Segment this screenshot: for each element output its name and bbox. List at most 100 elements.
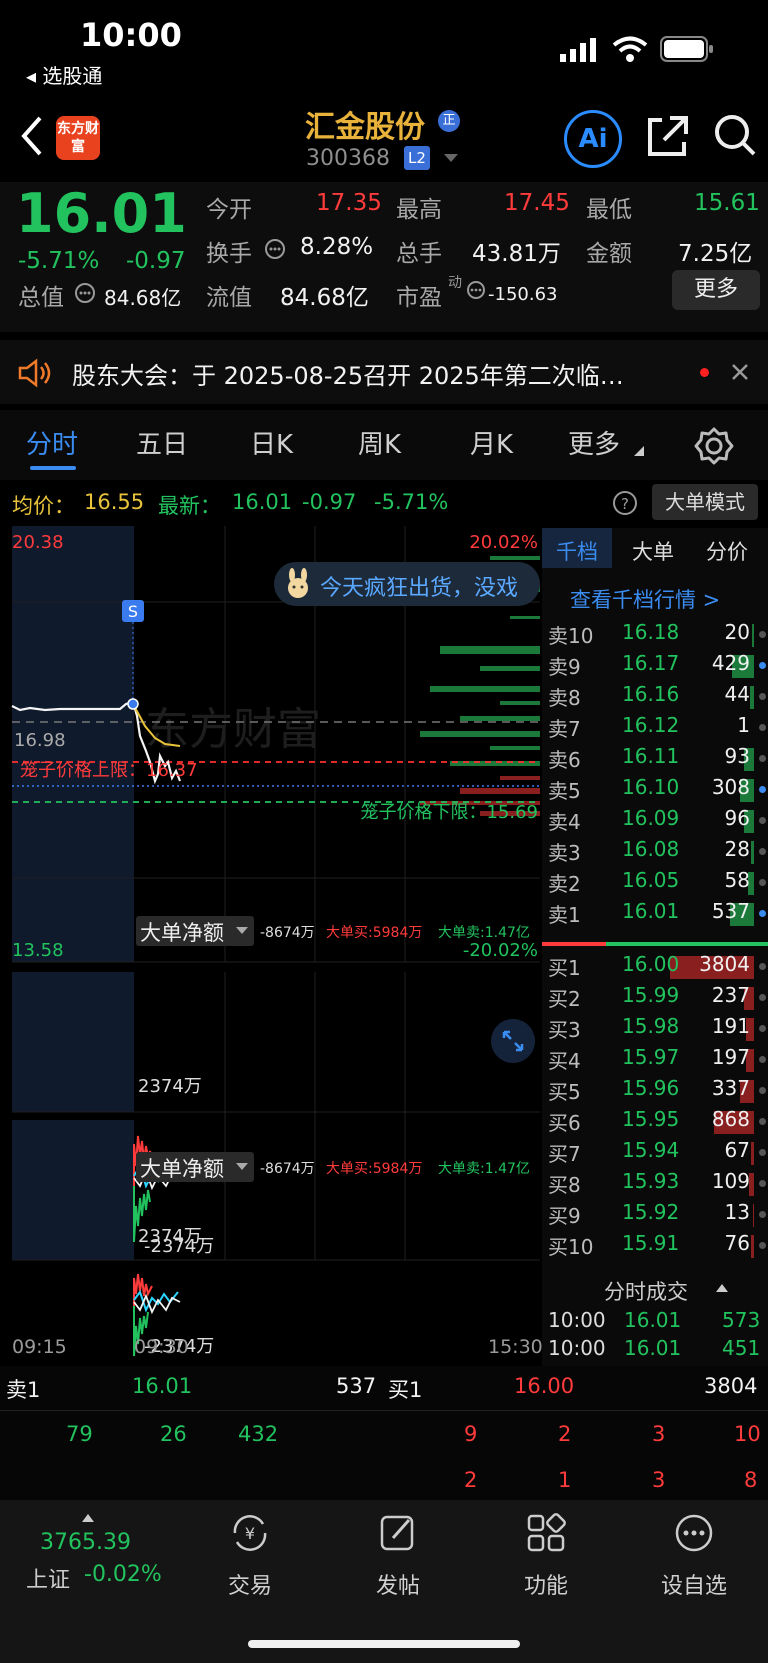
ask-label: 卖10 (548, 624, 594, 648)
bid-queue-item: 3 (652, 1468, 666, 1492)
close-icon[interactable] (730, 362, 750, 382)
bid-row[interactable]: 买4 15.97 197 (542, 1045, 768, 1076)
trade-icon: ¥ (233, 1515, 267, 1551)
bid-price: 15.96 (622, 1076, 680, 1100)
latest-label: 最新： (158, 494, 221, 518)
more-button[interactable]: 更多 (672, 270, 760, 310)
search-icon[interactable] (710, 110, 766, 166)
expand-icon[interactable] (490, 1018, 536, 1064)
bid-row[interactable]: 买3 15.98 191 (542, 1014, 768, 1045)
ask-price: 16.08 (622, 837, 680, 861)
bid-row[interactable]: 买9 15.92 13 (542, 1200, 768, 1231)
flow-net: -8674万 (260, 925, 315, 941)
home-indicator[interactable] (248, 1640, 520, 1648)
change-percent: -5.71% (18, 248, 100, 274)
flow-selector[interactable]: 大单净额 (136, 916, 254, 946)
intraday-chart[interactable]: 东方财富 S 20.38 20.02% 13.58 -20.02% 16.98 … (0, 526, 543, 1366)
tab-five-day[interactable]: 五日 (136, 424, 188, 461)
stock-name[interactable]: 汇金股份 (305, 102, 425, 146)
bid-row[interactable]: 买10 15.91 76 (542, 1231, 768, 1262)
change-amount: -0.97 (126, 248, 186, 274)
ticks-title[interactable]: 分时成交 (604, 1276, 688, 1306)
ask-dot (759, 786, 766, 793)
ai-button[interactable]: Ai (564, 110, 622, 168)
nav-functions[interactable]: 功能 (486, 1510, 606, 1600)
bid-row[interactable]: 买1 16.00 3804 (542, 952, 768, 983)
nav-trade[interactable]: ¥ 交易 (190, 1510, 310, 1600)
ask-row[interactable]: 卖9 16.17 429 (542, 651, 768, 682)
ask-row[interactable]: 卖7 16.12 1 (542, 713, 768, 744)
bid-row[interactable]: 买8 15.93 109 (542, 1169, 768, 1200)
view-depth-link[interactable]: 查看千档行情 > (570, 584, 720, 614)
help-icon[interactable]: ? (612, 490, 638, 516)
avg-label: 均价： (12, 494, 75, 518)
name-badge: 正 (438, 110, 460, 132)
ask-row[interactable]: 卖8 16.16 44 (542, 682, 768, 713)
ask-dot (759, 817, 766, 824)
turnover-label: 换手 (206, 241, 252, 267)
ask-row[interactable]: 卖10 16.18 20 (542, 620, 768, 651)
bid-dot (759, 1211, 766, 1218)
book-tab-big-order[interactable]: 大单 (632, 536, 674, 566)
divider (0, 1410, 768, 1411)
bid-volume: 76 (724, 1231, 750, 1255)
big-order-mode-button[interactable]: 大单模式 (652, 484, 758, 520)
info-dots-icon[interactable] (466, 280, 486, 300)
ask-label: 卖2 (548, 872, 581, 896)
book-tab-depth[interactable]: 千档 (556, 536, 598, 566)
bid-price: 15.98 (622, 1014, 680, 1038)
ask-row[interactable]: 卖1 16.01 537 (542, 899, 768, 930)
ask-price: 16.11 (622, 744, 680, 768)
chevron-down-icon[interactable] (444, 154, 458, 164)
nav-watchlist[interactable]: 设自选 (634, 1510, 754, 1600)
ask-row[interactable]: 卖5 16.10 308 (542, 775, 768, 806)
bid-queue-item: 3 (652, 1422, 666, 1446)
ask-volume: 537 (711, 899, 750, 923)
last-price: 16.01 (16, 182, 187, 245)
back-to-app-link[interactable]: ◂ 选股通 (26, 60, 102, 89)
tab-intraday[interactable]: 分时 (26, 424, 78, 461)
back-arrow-icon[interactable] (18, 114, 44, 158)
bid-price: 15.97 (622, 1045, 680, 1069)
bid-row[interactable]: 买6 15.95 868 (542, 1107, 768, 1138)
notice-banner[interactable]: 股东大会：于 2025-08-25召开 2025年第二次临… (0, 340, 768, 404)
tab-weekly-k[interactable]: 周K (358, 424, 401, 461)
status-bar: 10:00 ◂ 选股通 (0, 0, 768, 96)
chevron-up-icon (716, 1284, 728, 1292)
ask-label: 卖3 (548, 841, 581, 865)
amount-value: 7.25亿 (678, 241, 753, 267)
ask-row[interactable]: 卖6 16.11 93 (542, 744, 768, 775)
intraday-chart-svg: 东方财富 S 20.38 20.02% 13.58 -20.02% 16.98 … (11, 526, 540, 1357)
index-ticker[interactable]: 3765.39 上证 -0.02% (10, 1506, 170, 1606)
high-label: 最高 (396, 197, 442, 223)
ask-queue-item: 432 (238, 1422, 279, 1446)
pct-min-label: -20.02% (463, 940, 538, 961)
bid-price: 15.94 (622, 1138, 680, 1162)
bid-price: 15.93 (622, 1169, 680, 1193)
ref-price-label: 16.98 (14, 730, 66, 751)
tab-daily-k[interactable]: 日K (250, 424, 293, 461)
upper-limit-label: 笼子价格上限：16.37 (20, 760, 198, 781)
tab-more[interactable]: 更多 (568, 424, 620, 461)
info-dots-icon[interactable] (264, 238, 286, 260)
pre-market-shade (12, 1120, 134, 1260)
book-tab-price-dist[interactable]: 分价 (706, 536, 748, 566)
tick-price: 16.01 (624, 1308, 682, 1332)
ask-volume-bar (750, 686, 754, 709)
info-dots-icon[interactable] (74, 282, 96, 304)
index-name: 上证 (26, 1568, 71, 1593)
tab-monthly-k[interactable]: 月K (470, 424, 513, 461)
ask-row[interactable]: 卖3 16.08 28 (542, 837, 768, 868)
bid-row[interactable]: 买5 15.96 337 (542, 1076, 768, 1107)
bid-row[interactable]: 买7 15.94 67 (542, 1138, 768, 1169)
flow-selector[interactable]: 大单净额 (136, 1152, 254, 1182)
sentiment-bubble[interactable]: 今天疯狂出货，没戏 (274, 562, 540, 606)
bid-label: 买7 (548, 1142, 581, 1166)
low-value: 15.61 (694, 190, 760, 216)
gear-icon[interactable] (694, 426, 734, 466)
bid-row[interactable]: 买2 15.99 237 (542, 983, 768, 1014)
share-icon[interactable] (642, 110, 698, 166)
nav-post[interactable]: 发帖 (338, 1510, 458, 1600)
ask-row[interactable]: 卖2 16.05 58 (542, 868, 768, 899)
ask-row[interactable]: 卖4 16.09 96 (542, 806, 768, 837)
